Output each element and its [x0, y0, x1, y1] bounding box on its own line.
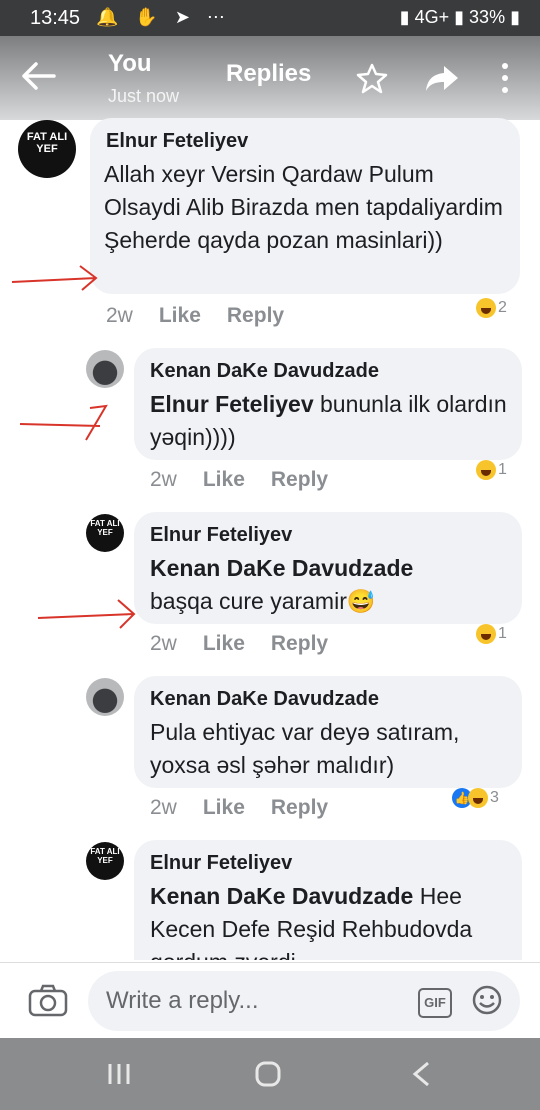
- status-right: ▮ 4G+ ▮ 33% ▮: [400, 7, 520, 28]
- system-nav-bar: [0, 1038, 540, 1110]
- avatar[interactable]: FAT ALI YEF: [86, 842, 124, 880]
- comment-author[interactable]: Elnur Feteliyev: [150, 524, 292, 547]
- reaction-number: 1: [498, 461, 507, 478]
- like-button[interactable]: Like: [203, 468, 245, 491]
- comment-author[interactable]: Elnur Feteliyev: [106, 130, 248, 153]
- comment-time: 2w: [150, 632, 177, 655]
- comment-bubble[interactable]: Kenan DaKe Davudzade Pula ehtiyac var de…: [134, 676, 522, 788]
- avatar-logo-text: FAT ALI YEF: [90, 519, 120, 537]
- reaction-count[interactable]: 👍 3: [452, 786, 499, 810]
- haha-emoji-icon: [476, 624, 496, 644]
- status-bar: 13:45 🔔 ✋ ➤ ⋯ ▮ 4G+ ▮ 33% ▮: [0, 0, 540, 36]
- reaction-number: 3: [490, 789, 499, 806]
- battery-label: 33%: [469, 7, 506, 27]
- mention-link[interactable]: Kenan DaKe Davudzade: [150, 883, 413, 909]
- reaction-number: 1: [498, 625, 507, 642]
- comment-text: Kenan DaKe Davudzade başqa cure yaramir😅: [150, 552, 510, 618]
- comment-author[interactable]: Kenan DaKe Davudzade: [150, 688, 379, 711]
- comment-meta: 2w Like Reply: [150, 468, 354, 492]
- comment-author[interactable]: Elnur Feteliyev: [150, 852, 292, 875]
- red-arrow-annotation: [19, 404, 108, 441]
- network-label: 4G+: [414, 7, 450, 27]
- reaction-count[interactable]: 1: [476, 622, 507, 646]
- avatar[interactable]: FAT ALI YEF: [18, 120, 76, 178]
- avatar-logo-text: FAT ALI YEF: [26, 131, 68, 155]
- haha-emoji-icon: [468, 788, 488, 808]
- status-time: 13:45: [30, 7, 81, 29]
- avatar[interactable]: [86, 350, 124, 388]
- comment-meta: 2w Like Reply: [150, 796, 354, 820]
- comment-time: 2w: [106, 304, 133, 327]
- more-vertical-icon[interactable]: [498, 62, 512, 94]
- camera-icon[interactable]: [28, 983, 68, 1017]
- reply-button[interactable]: Reply: [227, 304, 284, 327]
- reaction-number: 2: [498, 299, 507, 316]
- comment-text: Elnur Feteliyev bununla ilk olardın yəqi…: [150, 388, 510, 454]
- like-button[interactable]: Like: [203, 796, 245, 819]
- comment-text: Pula ehtiyac var deyə satıram, yoxsa əsl…: [150, 719, 460, 778]
- comment-meta: 2w Like Reply: [106, 304, 310, 328]
- reaction-count[interactable]: 2: [476, 296, 507, 320]
- like-button[interactable]: Like: [203, 632, 245, 655]
- comment-time: 2w: [150, 796, 177, 819]
- recent-apps-icon[interactable]: [104, 1060, 134, 1088]
- haha-emoji-icon: [476, 298, 496, 318]
- status-notification-icons: 🔔 ✋ ➤ ⋯: [96, 7, 231, 27]
- avatar[interactable]: [86, 678, 124, 716]
- like-button[interactable]: Like: [159, 304, 201, 327]
- header-subtitle: Just now: [108, 86, 180, 106]
- comment-5: FAT ALI YEF Elnur Feteliyev Kenan DaKe D…: [0, 840, 540, 960]
- comment-bubble[interactable]: Elnur Feteliyev Kenan DaKe Davudzade Hee…: [134, 840, 522, 960]
- gif-button[interactable]: GIF: [418, 988, 452, 1018]
- share-arrow-icon[interactable]: [424, 62, 460, 94]
- reply-button[interactable]: Reply: [271, 796, 328, 819]
- reply-input[interactable]: Write a reply... GIF: [88, 971, 520, 1031]
- red-arrow-annotation: [37, 599, 136, 629]
- star-icon[interactable]: [356, 62, 388, 94]
- comment-bubble[interactable]: Kenan DaKe Davudzade Elnur Feteliyev bun…: [134, 348, 522, 460]
- reply-placeholder: Write a reply...: [106, 987, 259, 1014]
- comment-author[interactable]: Kenan DaKe Davudzade: [150, 360, 379, 383]
- home-icon[interactable]: [254, 1060, 282, 1088]
- reply-button[interactable]: Reply: [271, 632, 328, 655]
- avatar[interactable]: FAT ALI YEF: [86, 514, 124, 552]
- comment-bubble[interactable]: Elnur Feteliyev Kenan DaKe Davudzade başq…: [134, 512, 522, 624]
- header: You Just now Replies: [0, 36, 540, 120]
- comment-text: Kenan DaKe Davudzade Hee Kecen Defe Reşi…: [150, 880, 510, 960]
- reaction-count[interactable]: 1: [476, 458, 507, 482]
- page-title: Replies: [226, 60, 312, 87]
- mention-link[interactable]: Elnur Feteliyev: [150, 391, 314, 417]
- comment-meta: 2w Like Reply: [150, 632, 354, 656]
- comment-bubble[interactable]: Elnur Feteliyev Allah xeyr Versin Qardaw…: [90, 118, 520, 294]
- comment-time: 2w: [150, 468, 177, 491]
- signal-icon: ▮: [399, 7, 410, 27]
- avatar-logo-text: FAT ALI YEF: [90, 847, 120, 865]
- red-arrow-annotation: [11, 265, 98, 291]
- comment-text-body: başqa cure yaramir😅: [150, 588, 376, 614]
- back-icon[interactable]: [410, 1060, 432, 1088]
- header-title: You: [108, 50, 152, 77]
- mention-link[interactable]: Kenan DaKe Davudzade: [150, 555, 413, 581]
- signal-icon-2: ▮: [454, 7, 465, 27]
- arrow-left-icon[interactable]: [18, 56, 58, 96]
- battery-icon: ▮: [510, 7, 520, 27]
- reply-button[interactable]: Reply: [271, 468, 328, 491]
- comment-text: Allah xeyr Versin Qardaw Pulum Olsaydi A…: [104, 161, 503, 253]
- haha-emoji-icon: [476, 460, 496, 480]
- reply-composer: Write a reply... GIF: [0, 962, 540, 1039]
- emoji-icon[interactable]: [472, 985, 502, 1015]
